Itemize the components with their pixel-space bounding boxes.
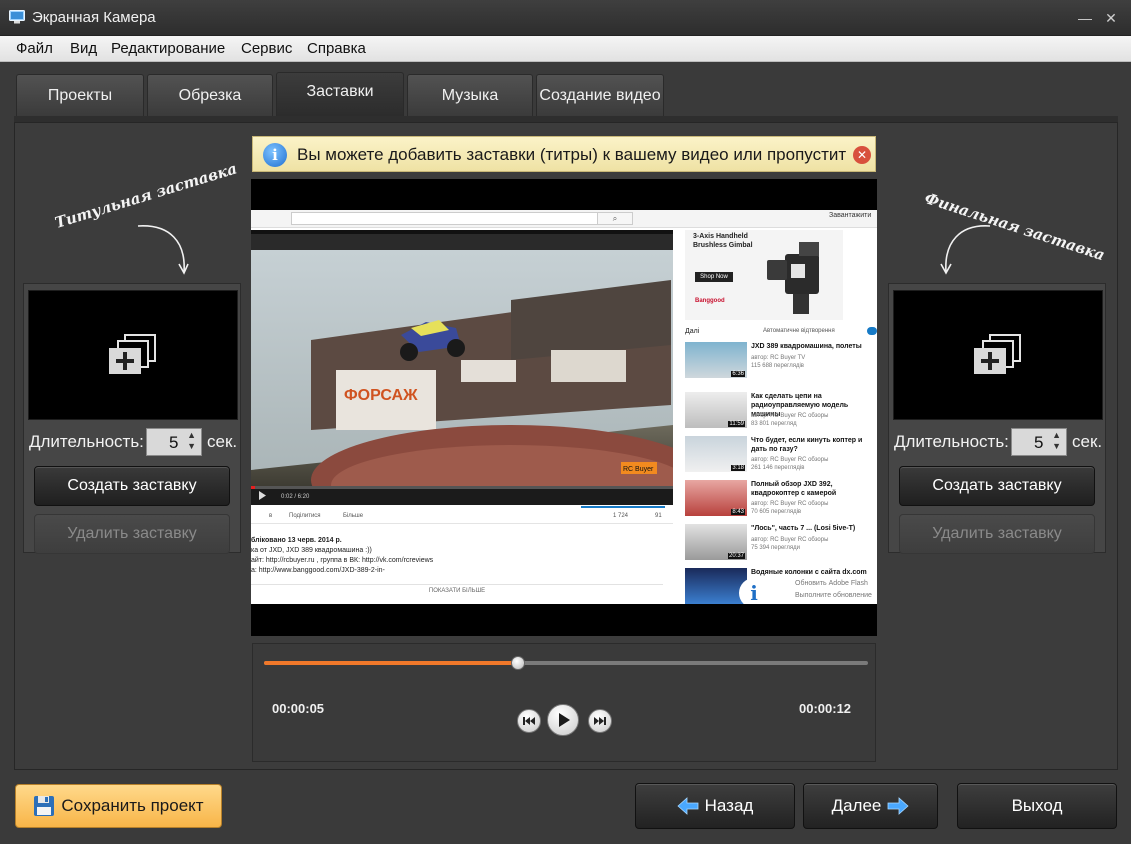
rewind-button[interactable] — [517, 709, 541, 733]
related-video: 20:37 "Лось", часть 7 ... (Losi 5ive-T) … — [683, 524, 877, 564]
seek-progress — [264, 661, 518, 665]
duration-unit: сек. — [1072, 432, 1103, 451]
arrow-left-icon — [677, 797, 699, 815]
close-notice-icon[interactable]: ✕ — [853, 146, 871, 164]
gimbal-ad: 3-Axis Handheld Brushless Gimbal Shop No… — [685, 230, 843, 320]
video-description: блiковано 13 черв. 2014 р. ка от JXD, JX… — [251, 537, 434, 574]
intro-preview[interactable] — [28, 290, 238, 420]
arrow-right-icon — [887, 797, 909, 815]
fast-forward-icon — [594, 717, 606, 725]
title-bar: Экранная Камера — ✕ — [0, 0, 1131, 36]
menu-help[interactable]: Справка — [307, 40, 366, 57]
webpage-sidebar: 3-Axis Handheld Brushless Gimbal Shop No… — [683, 230, 877, 604]
next-up-label: Далі — [685, 328, 700, 335]
stepper-arrows-icon[interactable]: ▲ ▼ — [187, 430, 196, 452]
exit-button[interactable]: Выход — [957, 783, 1117, 829]
rewind-icon — [523, 717, 535, 725]
ad-brand: Banggood — [695, 298, 725, 304]
left-arrow-icon — [137, 225, 189, 275]
add-slides-icon — [109, 334, 156, 374]
duration-label: Длительность: — [29, 432, 144, 451]
video-frame-webpage: ⌕ Завантажити ФОРСАЖ RC Buyer 0:02 / 6:2… — [251, 210, 877, 604]
related-video: 11:59 Как сделать цепи на радиоуправляем… — [683, 392, 877, 432]
outro-duration-stepper[interactable]: 5 ▲ ▼ — [1011, 428, 1067, 456]
autoplay-label: Автоматичне відтворення — [763, 328, 835, 334]
like-count: 1 724 — [613, 513, 629, 519]
minimize-icon[interactable]: — — [1075, 8, 1095, 28]
gimbal-image — [767, 242, 819, 314]
autoplay-toggle — [867, 327, 877, 335]
app-icon — [9, 10, 25, 24]
add-slides-icon — [974, 334, 1021, 374]
overlay-brand: RC Buyer — [623, 466, 654, 473]
next-button[interactable]: Далее — [803, 783, 938, 829]
menu-bar: Файл Вид Редактирование Сервис Справка — [0, 36, 1131, 62]
webpage-header: ⌕ Завантажити — [251, 210, 877, 228]
close-icon[interactable]: ✕ — [1101, 8, 1121, 28]
notice-text: Вы можете добавить заставки (титры) к ва… — [297, 145, 847, 164]
floppy-disk-icon — [34, 796, 55, 816]
back-button[interactable]: Назад — [635, 783, 795, 829]
delete-outro-button[interactable]: Удалить заставку — [899, 514, 1095, 554]
right-arrow-icon — [940, 225, 991, 275]
seek-handle[interactable] — [511, 656, 525, 670]
duration-label: Длительность: — [894, 432, 1009, 451]
shop-now-button: Shop Now — [695, 272, 733, 282]
webpage-login: Завантажити — [829, 212, 872, 219]
embedded-player: ФОРСАЖ RC Buyer 0:02 / 6:20 — [251, 230, 711, 535]
intro-duration-stepper[interactable]: 5 ▲ ▼ — [146, 428, 202, 456]
flash-info-icon: i — [739, 578, 769, 604]
menu-view[interactable]: Вид — [70, 40, 97, 57]
menu-service[interactable]: Сервис — [241, 40, 292, 57]
total-time: 00:00:12 — [799, 701, 852, 716]
tab-create-video[interactable]: Создание видео — [536, 74, 664, 116]
play-icon — [559, 713, 570, 727]
share-link: Поділитися — [289, 513, 321, 519]
create-intro-button[interactable]: Создать заставку — [34, 466, 230, 506]
duration-unit: сек. — [207, 432, 238, 451]
dislike-count: 91 — [655, 513, 662, 519]
window-title: Экранная Камера — [32, 9, 156, 26]
player-time: 0:02 / 6:20 — [281, 494, 310, 500]
menu-file[interactable]: Файл — [16, 40, 53, 57]
show-more-link: ПОКАЗАТИ БІЛЬШЕ — [251, 584, 663, 594]
menu-edit[interactable]: Редактирование — [111, 40, 225, 57]
info-icon: i — [263, 143, 287, 167]
webpage-search-box — [291, 212, 631, 225]
play-button[interactable] — [547, 704, 579, 736]
add-to-icon: в — [269, 513, 273, 519]
tab-music[interactable]: Музыка — [407, 74, 533, 116]
banner-text: ФОРСАЖ — [344, 387, 418, 404]
more-link: Більше — [343, 513, 364, 519]
player-actions: в Поділитися Більше 1 724 91 — [251, 506, 673, 524]
outro-preview[interactable] — [893, 290, 1103, 420]
tab-intros[interactable]: Заставки — [276, 72, 404, 116]
like-bar — [581, 506, 665, 508]
save-project-button[interactable]: Сохранить проект — [15, 784, 222, 828]
related-video: i Водяные колонки с сайта dx.com Обновит… — [683, 568, 877, 604]
webpage-search-icon: ⌕ — [597, 212, 633, 225]
related-video: 8:43 Полный обзор JXD 392, квадрокоптер … — [683, 480, 877, 520]
delete-intro-button[interactable]: Удалить заставку — [34, 514, 230, 554]
tab-projects[interactable]: Проекты — [16, 74, 144, 116]
fast-forward-button[interactable] — [588, 709, 612, 733]
related-video: 6:36 JXD 389 квадромашина, полеты автор:… — [683, 342, 877, 382]
info-notice: i Вы можете добавить заставки (титры) к … — [252, 136, 876, 172]
stepper-arrows-icon[interactable]: ▲ ▼ — [1052, 430, 1061, 452]
tab-trim[interactable]: Обрезка — [147, 74, 273, 116]
create-outro-button[interactable]: Создать заставку — [899, 466, 1095, 506]
related-video: 3:18 Что будет, если кинуть коптер и дат… — [683, 436, 877, 476]
current-time: 00:00:05 — [272, 701, 325, 716]
rc-car-scene: ФОРСАЖ RC Buyer 0:02 / 6:20 — [251, 230, 711, 535]
